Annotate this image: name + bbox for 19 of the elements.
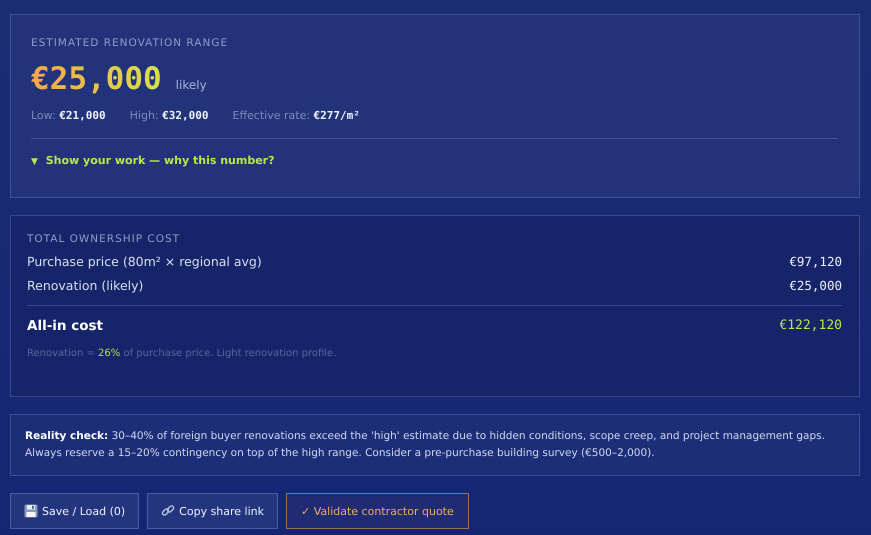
disclosure-toggle[interactable]: ▼ Show your work — why this number? <box>31 154 274 167</box>
ratio-note: Renovation = 26% of purchase price. Light renovation profile. <box>27 348 338 359</box>
total-value: €122,120 <box>779 318 842 334</box>
copy-link-button[interactable]: Copy share link <box>147 493 278 529</box>
section-heading: ESTIMATED RENOVATION RANGE <box>31 37 230 49</box>
stat-text: Effective rate: €277/m² <box>232 109 360 122</box>
cost-label: Purchase price (80m² × regional avg) <box>27 254 262 269</box>
link-icon <box>161 504 176 518</box>
save-load-button[interactable]: Save / Load (0) <box>10 493 140 529</box>
cost-value: €25,000 <box>789 278 842 293</box>
total-label: All-in cost <box>27 318 104 334</box>
validate-button[interactable]: ✓ Validate contractor quote <box>286 493 469 529</box>
cost-value: €97,120 <box>789 254 842 269</box>
cost-label: Renovation (likely) <box>27 278 144 293</box>
reality-check-text: Reality check: 30–40% of foreign buyer renovations exceed the 'high' estimate due to hidden conditions, scope creep, and project management gaps. Always reserve a 15–20% contingency on top of the high range. Consider a pre-purchase building survey (€500–2,000). <box>25 429 826 461</box>
section-heading: TOTAL OWNERSHIP COST <box>27 233 182 245</box>
stat-text: Low: €21,000 <box>31 109 106 122</box>
estimate-qualifier: likely <box>176 78 207 92</box>
stat-text: High: €32,000 <box>130 109 208 122</box>
